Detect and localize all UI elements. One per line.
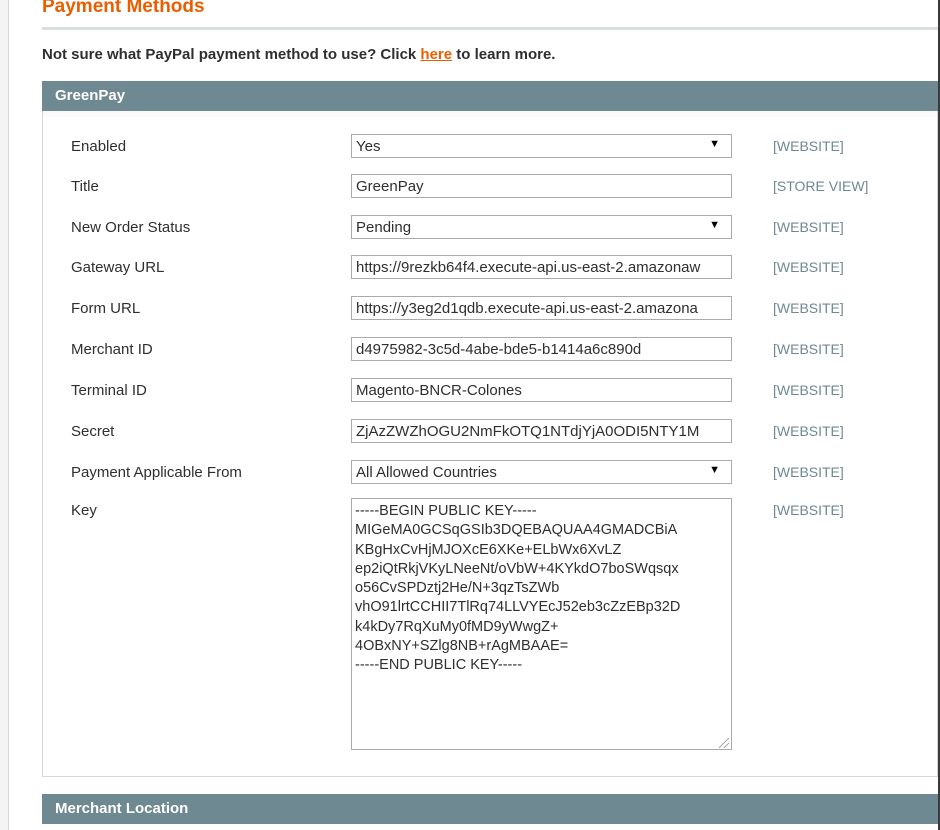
terminal-id-label: Terminal ID: [71, 382, 147, 399]
row-gateway-url: Gateway URL https://9rezkb64f4.execute-a…: [43, 255, 939, 281]
row-payment-applicable-from: Payment Applicable From All Allowed Coun…: [43, 460, 939, 486]
new-order-status-scope: [WEBSITE]: [773, 219, 844, 235]
new-order-status-label: New Order Status: [71, 219, 191, 236]
row-key: Key -----BEGIN PUBLIC KEY----- MIGeMA0GC…: [43, 498, 939, 754]
title-label: Title: [71, 178, 99, 195]
payment-applicable-from-scope: [WEBSITE]: [773, 464, 844, 480]
row-secret: Secret ZjAzZWZhOGU2NmFkOTQ1NTdjYjA0ODI5N…: [43, 419, 939, 445]
left-gutter: [0, 0, 9, 830]
form-url-label: Form URL: [71, 300, 141, 317]
row-new-order-status: New Order Status Pending ▼ [WEBSITE]: [43, 215, 939, 241]
greenpay-form: Enabled Yes ▼ [WEBSITE] Title GreenPay […: [43, 117, 937, 776]
merchant-id-input[interactable]: d4975982-3c5d-4abe-bde5-b1414a6c890d: [351, 337, 732, 361]
gateway-url-input[interactable]: https://9rezkb64f4.execute-api.us-east-2…: [351, 255, 732, 279]
merchant-location-section-header[interactable]: Merchant Location: [42, 794, 938, 824]
secret-input[interactable]: ZjAzZWZhOGU2NmFkOTQ1NTdjYjA0ODI5NTY1M: [351, 419, 732, 443]
key-label: Key: [71, 502, 97, 519]
greenpay-fieldset: Enabled Yes ▼ [WEBSITE] Title GreenPay […: [42, 111, 938, 777]
chevron-down-icon: ▼: [709, 219, 720, 231]
payment-applicable-from-label: Payment Applicable From: [71, 464, 242, 481]
chevron-down-icon: ▼: [709, 138, 720, 150]
title-divider: [42, 27, 938, 30]
resize-handle-icon[interactable]: [719, 738, 729, 748]
merchant-id-label: Merchant ID: [71, 341, 153, 358]
row-terminal-id: Terminal ID Magento-BNCR-Colones [WEBSIT…: [43, 378, 939, 404]
enabled-value: Yes: [356, 138, 381, 155]
paypal-hint: Not sure what PayPal payment method to u…: [42, 46, 555, 63]
row-form-url: Form URL https://y3eg2d1qdb.execute-api.…: [43, 296, 939, 322]
row-merchant-id: Merchant ID d4975982-3c5d-4abe-bde5-b141…: [43, 337, 939, 363]
form-url-input[interactable]: https://y3eg2d1qdb.execute-api.us-east-2…: [351, 296, 732, 320]
chevron-down-icon: ▼: [709, 464, 720, 476]
learn-more-link[interactable]: here: [420, 46, 452, 63]
enabled-scope: [WEBSITE]: [773, 138, 844, 154]
key-scope: [WEBSITE]: [773, 502, 844, 518]
secret-scope: [WEBSITE]: [773, 423, 844, 439]
terminal-id-input[interactable]: Magento-BNCR-Colones: [351, 378, 732, 402]
enabled-label: Enabled: [71, 138, 127, 155]
hint-text-end: to learn more.: [452, 46, 556, 63]
row-enabled: Enabled Yes ▼ [WEBSITE]: [43, 134, 939, 160]
hint-text: Not sure what PayPal payment method to u…: [42, 46, 421, 63]
title-input[interactable]: GreenPay: [351, 174, 732, 198]
enabled-select[interactable]: Yes ▼: [351, 134, 732, 158]
title-scope: [STORE VIEW]: [773, 178, 869, 194]
new-order-status-value: Pending: [356, 219, 412, 236]
payment-applicable-from-value: All Allowed Countries: [356, 464, 497, 481]
merchant-id-scope: [WEBSITE]: [773, 341, 844, 357]
greenpay-section-header[interactable]: GreenPay: [42, 81, 938, 111]
new-order-status-select[interactable]: Pending ▼: [351, 215, 732, 239]
form-url-scope: [WEBSITE]: [773, 300, 844, 316]
secret-label: Secret: [71, 423, 115, 440]
payment-applicable-from-select[interactable]: All Allowed Countries ▼: [351, 460, 732, 484]
page-title: Payment Methods: [42, 0, 205, 17]
key-textarea[interactable]: -----BEGIN PUBLIC KEY----- MIGeMA0GCSqGS…: [351, 498, 732, 750]
gateway-url-scope: [WEBSITE]: [773, 259, 844, 275]
terminal-id-scope: [WEBSITE]: [773, 382, 844, 398]
row-title: Title GreenPay [STORE VIEW]: [43, 174, 939, 200]
gateway-url-label: Gateway URL: [71, 259, 165, 276]
